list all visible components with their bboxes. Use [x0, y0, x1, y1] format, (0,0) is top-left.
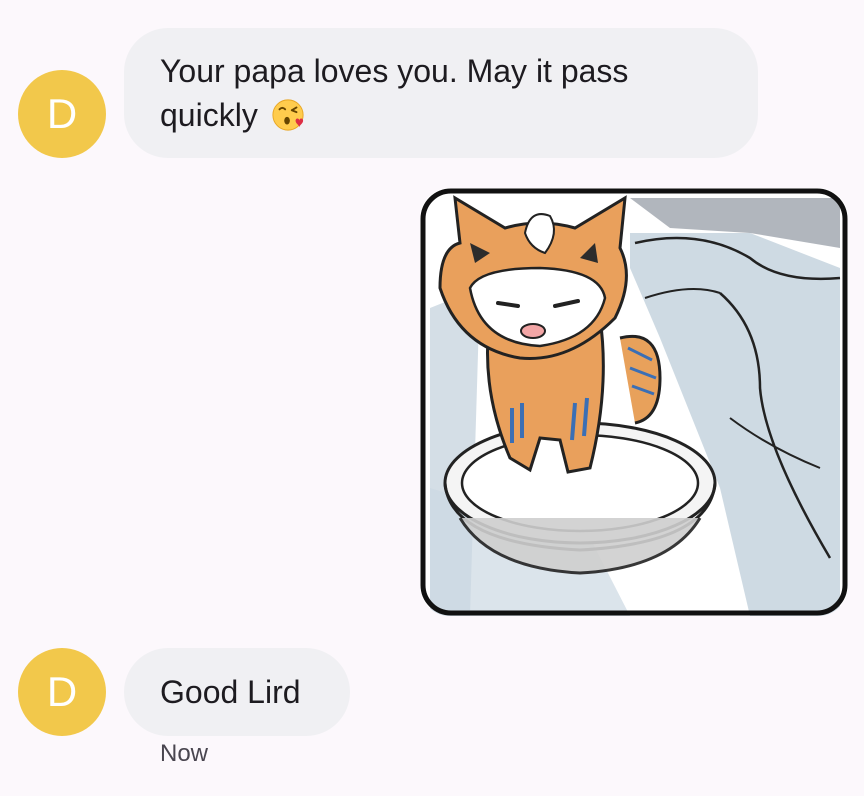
message-bubble[interactable]: Good Lird [124, 648, 350, 736]
cat-in-bowl-drawing [420, 188, 848, 616]
kissing-face-icon [272, 99, 304, 131]
message-text: Your papa loves you. May it pass quickly [160, 53, 629, 133]
sender-avatar[interactable]: D [18, 648, 106, 736]
message-bubble[interactable]: Your papa loves you. May it pass quickly [124, 28, 758, 158]
message-timestamp: Now [160, 740, 209, 767]
sender-avatar[interactable]: D [18, 70, 106, 158]
message-text: Good Lird [160, 674, 301, 710]
image-attachment[interactable] [420, 188, 848, 616]
message-thread: D Your papa loves you. May it pass quick… [0, 0, 864, 796]
